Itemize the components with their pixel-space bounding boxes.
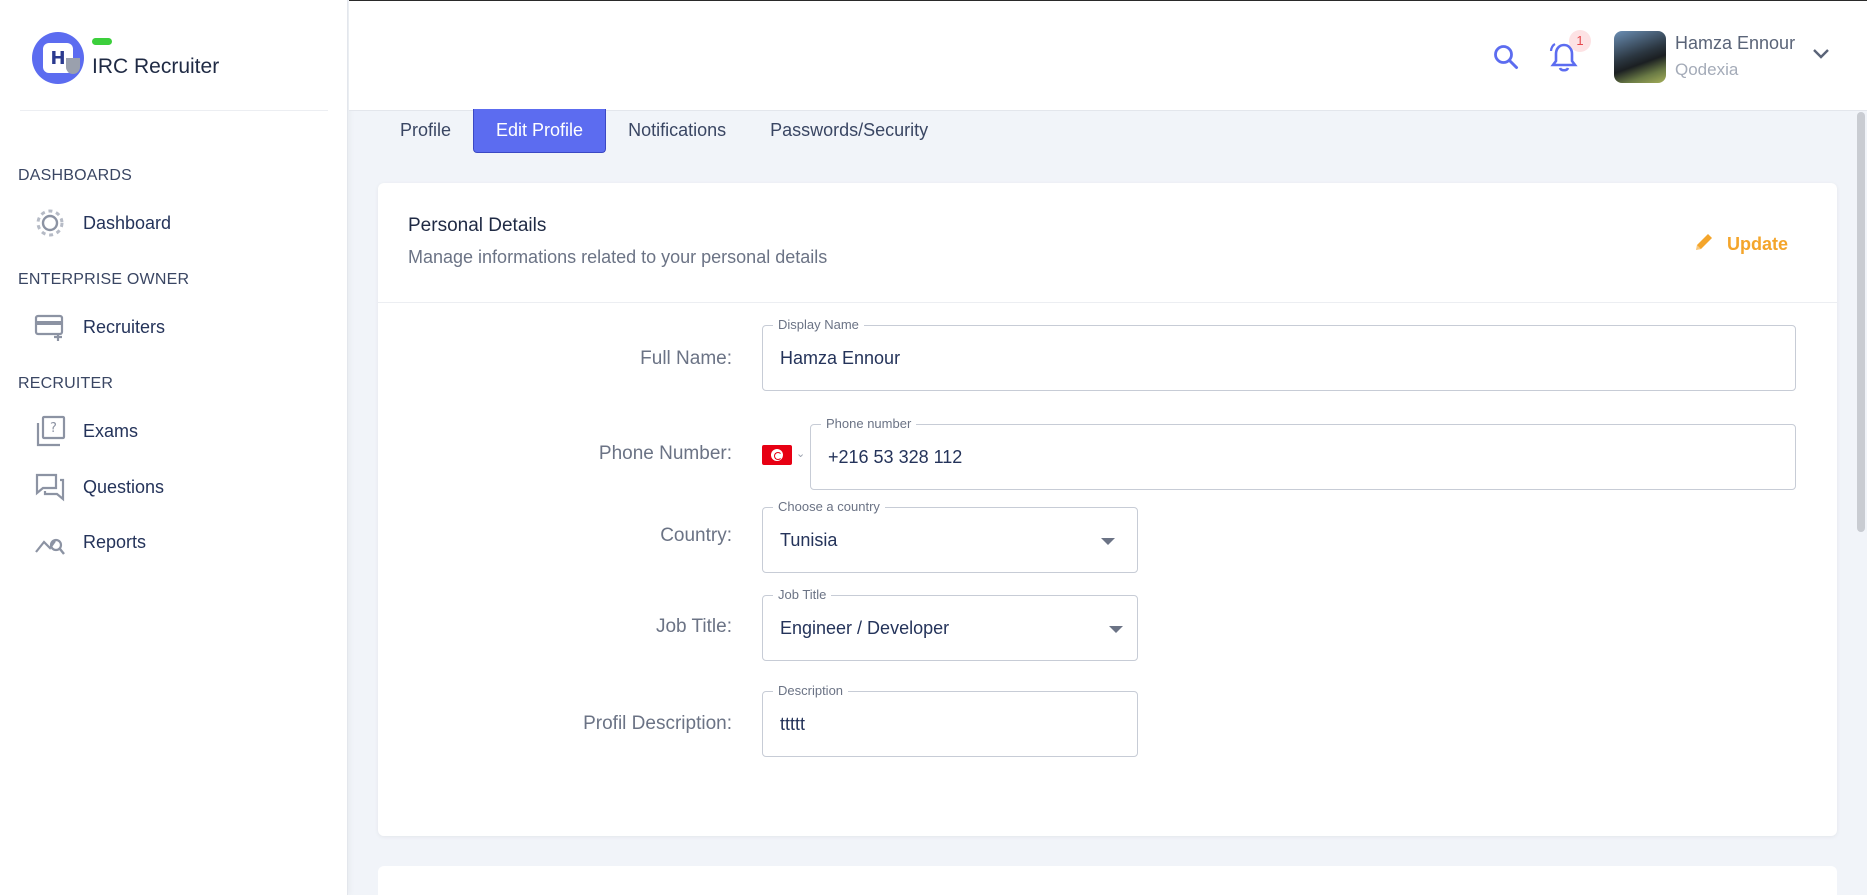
card-subtitle: Manage informations related to your pers… [408, 247, 828, 267]
chevron-down-icon[interactable] [1811, 47, 1831, 66]
chevron-down-icon[interactable]: ⌄ [796, 447, 805, 460]
phone-number-label: Phone Number: [598, 443, 732, 464]
field-value: +216 53 328 112 [828, 447, 963, 467]
job-title-select[interactable]: Job Title Engineer / Developer [762, 587, 1138, 661]
sidebar-item-label: Reports [83, 531, 147, 552]
shield-icon [66, 58, 80, 74]
search-icon[interactable] [1492, 43, 1520, 76]
brand-name: IRC Recruiter [92, 55, 220, 78]
full-name-label: Full Name: [640, 348, 732, 369]
next-card [378, 866, 1837, 895]
profile-tabs: Profile Edit Profile Notifications Passw… [378, 109, 950, 153]
card-add-icon [34, 311, 66, 343]
brand-logo-icon: H [32, 32, 84, 84]
field-legend: Phone number [821, 416, 917, 431]
field-legend: Display Name [773, 317, 864, 332]
field-legend: Job Title [773, 587, 832, 602]
gear-icon [34, 207, 66, 239]
notification-badge: 1 [1569, 30, 1591, 52]
description-field[interactable]: Description ttttt [762, 683, 1138, 757]
phone-number-field[interactable]: Phone number +216 53 328 112 [810, 416, 1796, 490]
avatar[interactable] [1614, 31, 1666, 83]
tab-notifications[interactable]: Notifications [606, 109, 748, 153]
chart-search-icon [34, 526, 66, 558]
sidebar-item-dashboard[interactable]: Dashboard [34, 207, 171, 239]
status-pill [92, 38, 112, 45]
exam-icon: ? [34, 415, 66, 447]
nav-section-dashboards: DASHBOARDS [18, 167, 133, 184]
topbar: 1 Hamza Ennour Qodexia [349, 0, 1867, 111]
personal-details-card: Personal Details Manage informations rel… [378, 183, 1837, 836]
divider [20, 110, 328, 111]
card-title: Personal Details [408, 215, 547, 236]
job-title-label: Job Title: [655, 616, 732, 637]
sidebar-item-label: Questions [83, 476, 165, 497]
field-value: ttttt [780, 714, 806, 734]
nav-section-enterprise-owner: ENTERPRISE OWNER [18, 271, 190, 288]
sidebar-item-label: Dashboard [83, 212, 172, 233]
svg-text:?: ? [50, 421, 57, 436]
divider [378, 302, 1837, 303]
chat-icon [34, 471, 66, 503]
tunisia-flag-icon[interactable] [762, 445, 792, 465]
user-org: Qodexia [1675, 60, 1739, 79]
field-value: Tunisia [780, 530, 838, 550]
update-button[interactable]: Update [1693, 231, 1788, 258]
caret-down-icon [1109, 626, 1123, 633]
field-legend: Description [773, 683, 849, 698]
full-name-field[interactable]: Display Name Hamza Ennour [762, 317, 1796, 391]
profile-description-label: Profil Description: [583, 713, 732, 734]
sidebar-item-label: Exams [83, 420, 139, 441]
user-name[interactable]: Hamza Ennour [1675, 33, 1795, 54]
sidebar-item-label: Recruiters [83, 316, 166, 337]
sidebar: H IRC Recruiter DASHBOARDS Dashboard ENT… [0, 0, 348, 895]
sidebar-item-reports[interactable]: Reports [34, 526, 146, 558]
brand[interactable]: H IRC Recruiter [32, 32, 219, 84]
pencil-icon [1693, 231, 1715, 258]
nav-section-recruiter: RECRUITER [18, 375, 114, 392]
field-value: Engineer / Developer [780, 618, 950, 638]
country-select[interactable]: Choose a country Tunisia [762, 499, 1138, 573]
country-label: Country: [660, 525, 732, 546]
sidebar-item-exams[interactable]: ? Exams [34, 415, 138, 447]
tab-edit-profile[interactable]: Edit Profile [473, 109, 607, 153]
sidebar-item-questions[interactable]: Questions [34, 471, 164, 503]
tab-profile[interactable]: Profile [378, 109, 473, 153]
tab-passwords-security[interactable]: Passwords/Security [748, 109, 950, 153]
sidebar-item-recruiters[interactable]: Recruiters [34, 311, 165, 343]
scrollbar[interactable] [1857, 112, 1865, 532]
field-legend: Choose a country [773, 499, 885, 514]
update-label: Update [1727, 234, 1789, 254]
caret-down-icon [1101, 538, 1115, 545]
field-value: Hamza Ennour [780, 348, 901, 368]
